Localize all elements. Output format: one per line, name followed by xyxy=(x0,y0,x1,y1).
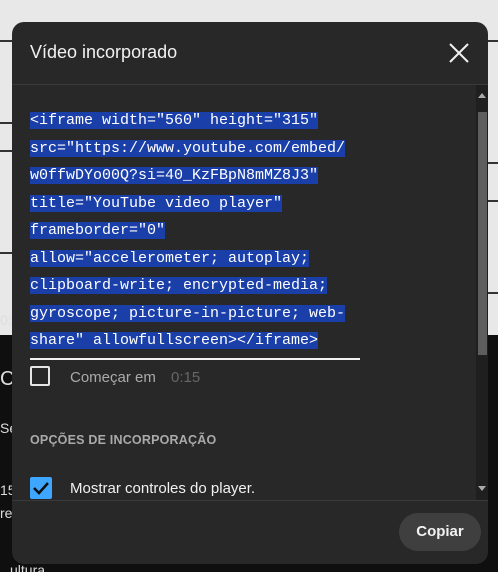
embed-code-line: <iframe width="560" height="315" xyxy=(30,112,319,129)
embed-code-line: frameborder="0" xyxy=(30,222,166,239)
embed-code: <iframe width="560" height="315" src="htt… xyxy=(30,107,362,355)
embed-code-line: gyroscope; picture-in-picture; web- xyxy=(30,304,346,322)
dialog-title: Vídeo incorporado xyxy=(30,42,178,62)
start-at-label: Começar em xyxy=(70,369,156,386)
start-at-option[interactable]: Começar em 0:15 xyxy=(30,366,330,392)
embed-code-textarea[interactable]: <iframe width="560" height="315" src="htt… xyxy=(30,107,362,360)
copy-button[interactable]: Copiar xyxy=(399,513,481,551)
start-at-checkbox[interactable] xyxy=(30,366,50,386)
embed-code-line: w0ffwDYo00Q?si=40_KzFBpN8mMZ8J3" xyxy=(30,167,319,184)
show-controls-label: Mostrar controles do player. xyxy=(70,480,256,497)
embed-code-line: share" allowfullscreen></iframe> xyxy=(30,332,319,349)
dialog-footer: Copiar xyxy=(12,500,488,564)
check-icon xyxy=(33,482,49,495)
scrollbar[interactable] xyxy=(476,85,488,500)
show-controls-option[interactable]: Mostrar controles do player. xyxy=(30,477,430,500)
embed-code-line: allow="accelerometer; autoplay; xyxy=(30,249,310,267)
scroll-up-icon[interactable] xyxy=(478,93,486,98)
scrollbar-thumb[interactable] xyxy=(478,112,487,355)
dialog-header: Vídeo incorporado xyxy=(12,22,488,85)
scroll-down-icon[interactable] xyxy=(478,486,486,491)
show-controls-checkbox[interactable] xyxy=(30,477,52,499)
embed-code-line: clipboard-write; encrypted-media; xyxy=(30,277,328,294)
embed-options-heading: OPÇÕES DE INCORPORAÇÃO xyxy=(30,433,217,447)
embed-code-line: src="https://www.youtube.com/embed/ xyxy=(30,139,346,157)
start-at-time[interactable]: 0:15 xyxy=(171,369,200,386)
bg-text-4: re xyxy=(0,505,13,521)
embed-dialog: Vídeo incorporado <iframe width="560" he… xyxy=(12,22,488,564)
textarea-underline xyxy=(30,357,360,360)
bg-time: 0: xyxy=(0,312,12,328)
embed-code-line: title="YouTube video player" xyxy=(30,194,283,212)
dialog-content[interactable]: <iframe width="560" height="315" src="htt… xyxy=(12,85,476,500)
close-icon[interactable] xyxy=(446,40,472,66)
